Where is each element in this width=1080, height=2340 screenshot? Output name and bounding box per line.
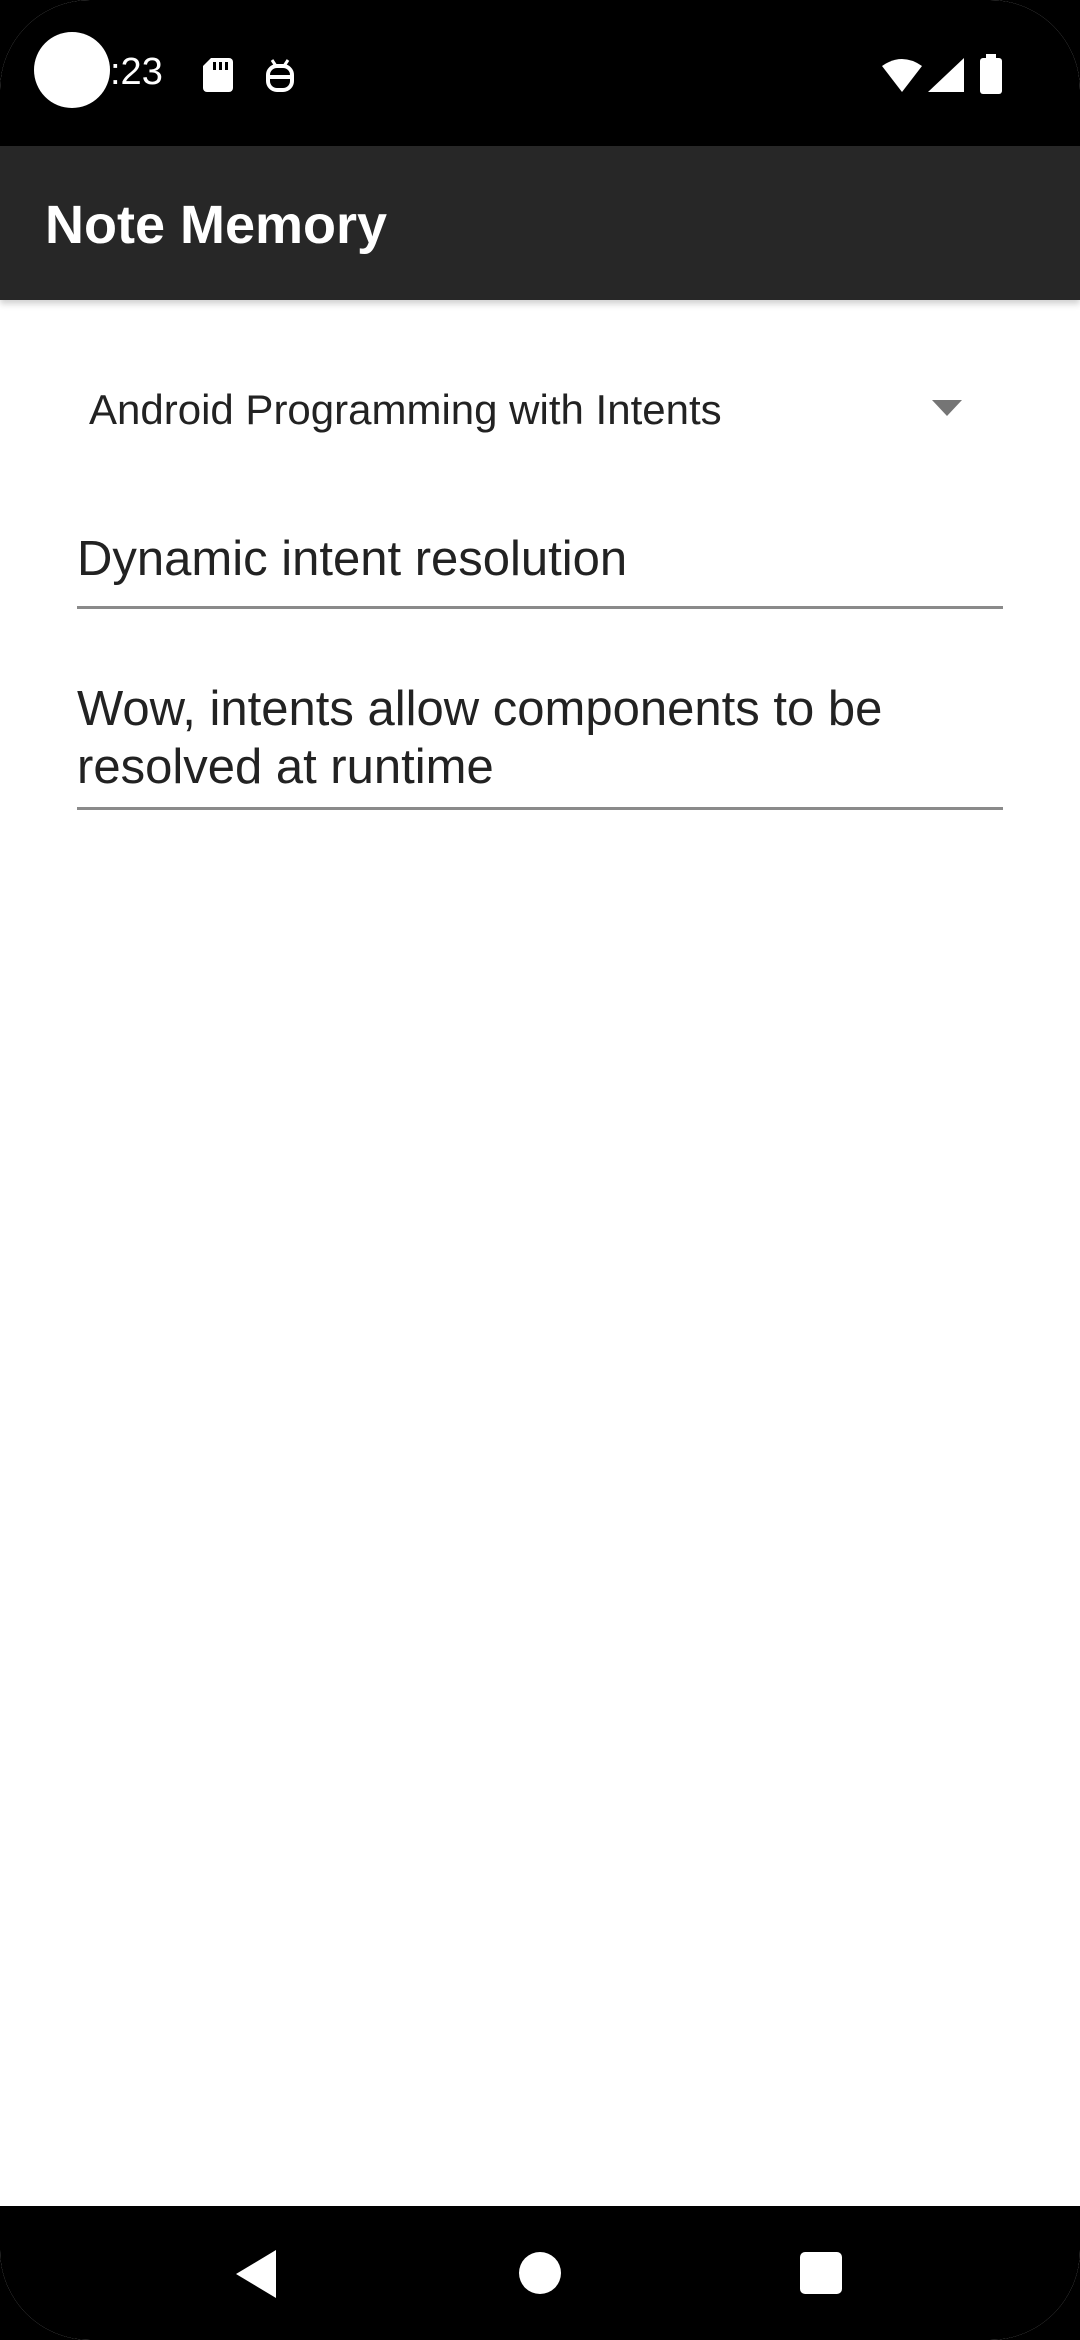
signal-icon [928, 58, 964, 92]
status-bar: :23 [0, 0, 1080, 146]
screen: :23 Note Memory Android Programming with… [0, 0, 1080, 2340]
robot-icon [266, 59, 294, 92]
back-icon[interactable] [236, 2250, 276, 2298]
note-title-field[interactable]: Dynamic intent resolution [77, 530, 1003, 609]
note-title-value: Dynamic intent resolution [77, 532, 628, 586]
camera-cutout [34, 32, 110, 108]
sd-card-icon [203, 58, 233, 92]
spinner-selected-value: Android Programming with Intents [89, 386, 722, 433]
app-bar: Note Memory [0, 146, 1080, 300]
note-body-field[interactable]: Wow, intents allow components to be reso… [77, 680, 1003, 810]
navigation-bar [0, 2206, 1080, 2340]
home-icon[interactable] [519, 2252, 561, 2294]
course-spinner[interactable]: Android Programming with Intents [76, 370, 996, 450]
app-title: Note Memory [45, 195, 388, 255]
recents-icon[interactable] [800, 2252, 842, 2294]
battery-icon [980, 54, 1002, 94]
dropdown-arrow-icon [932, 400, 962, 416]
status-time: :23 [110, 51, 163, 93]
wifi-icon [882, 59, 922, 92]
note-body-value: Wow, intents allow components to be reso… [77, 682, 883, 794]
